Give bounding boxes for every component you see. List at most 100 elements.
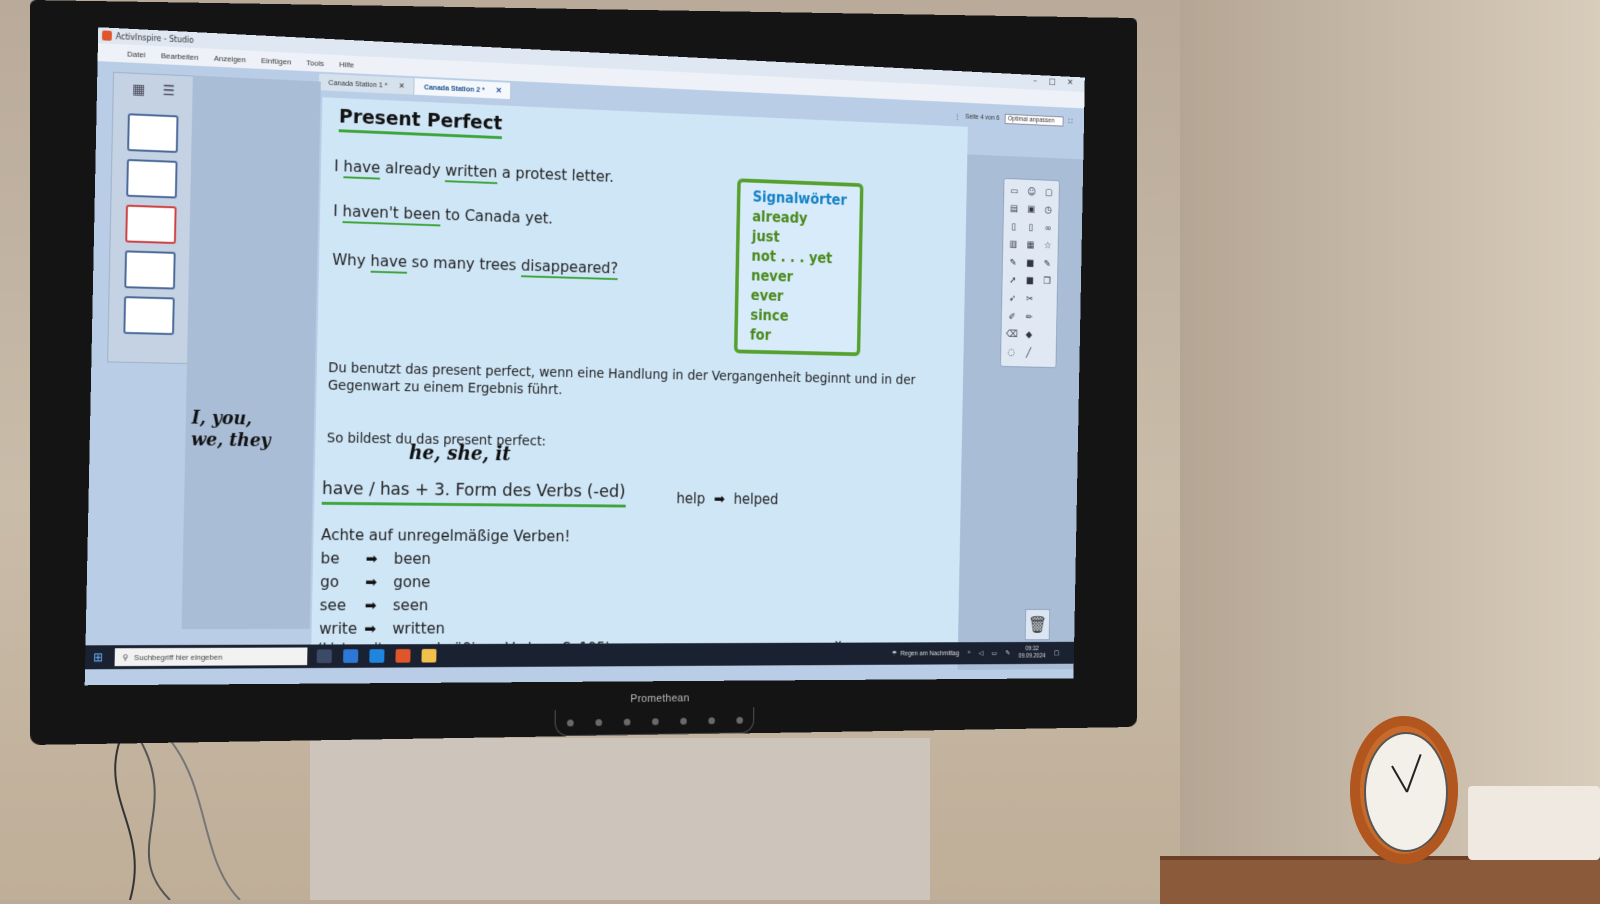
page-thumbnail[interactable] [127,113,179,154]
activinspire-icon[interactable] [395,649,411,663]
close-button[interactable]: ✕ [1067,78,1073,87]
chevron-up-icon[interactable]: ^ [968,650,971,656]
formula: have / has + 3. Form des Verbs (-ed) [321,478,626,508]
zoom-select[interactable]: Optimal anpassen [1004,113,1064,127]
tab-canada-station-2[interactable]: Canada Station 2 * ✕ [414,78,512,100]
pen-red-icon[interactable]: ✐ [1005,310,1019,323]
store-icon[interactable] [343,649,359,663]
screen: ActivInspire - Studio – □ ✕ ⌂ Datei Bear… [84,27,1085,686]
page-header-controls: ⋮ Seite 4 von 6 Optimal anpassen ⛶ [954,111,1073,127]
taskbar: ⊞ ⚲ Suchbegriff hier eingeben ☂ Regen am… [85,641,1075,670]
color-icon[interactable]: ■ [1023,257,1037,270]
page-thumbnail[interactable] [124,250,176,290]
shapes-icon[interactable]: ◌ [1004,346,1018,359]
copy-icon[interactable]: ❐ [1040,275,1054,288]
monitor-button[interactable] [735,716,743,724]
monitor-control-bar [554,707,755,737]
image-icon[interactable]: ▤ [1007,202,1021,215]
color-icon[interactable]: ■ [1023,275,1037,288]
tab-label: Canada Station 2 * [423,82,485,95]
monitor-button[interactable] [679,717,687,725]
user-icon[interactable]: ☺ [1025,185,1039,198]
pen-icon[interactable]: ✎ [1006,256,1020,269]
page-icon[interactable]: ▢ [1042,186,1056,199]
menu-anzeigen[interactable]: Anzeigen [214,53,246,63]
taskbar-apps [316,648,437,664]
highlighter-icon[interactable]: ✏ [1022,311,1036,324]
line-icon[interactable]: ╱ [1021,347,1035,360]
save-icon[interactable]: ▥ [1006,238,1020,251]
tools-palette: ▭ ☺ ▢ ▤ ▣ ◷ ▯ ▯ ∞ ▥ ▦ ☆ ✎ ■ ✎ ➚ ■ ❐ ➶ ✂ … [1000,177,1060,369]
menu-tools[interactable]: Tools [306,58,324,68]
select-icon[interactable]: ➚ [1006,274,1020,287]
flipchart-page[interactable]: Present Perfect I have already written a… [310,97,968,665]
monitor-button[interactable] [707,716,715,724]
irregular-verb-row: go ➡ gone [319,572,431,591]
page-thumbnail-selected[interactable] [125,204,177,245]
notification-icon[interactable]: ▢ [1054,649,1060,656]
monitor-brand: Promethean [630,692,690,706]
start-icon[interactable]: ⊞ [85,650,111,664]
monitor-button[interactable] [623,718,630,726]
weather-widget[interactable]: ☂ Regen am Nachmittag [891,650,960,658]
pen-icon[interactable]: ✎ [1040,257,1054,270]
signal-word: for [749,326,772,344]
arrow-right-icon: ➡ [365,549,378,568]
clock-icon[interactable]: ◷ [1041,204,1055,217]
home-button[interactable] [651,717,659,725]
clock-date: 09.09.2024 [1018,652,1046,660]
arrow-right-icon: ➡ [365,572,378,591]
taskbar-search[interactable]: ⚲ Suchbegriff hier eingeben [114,647,308,667]
monitor-button[interactable] [594,718,602,726]
maximize-button[interactable]: □ [1048,77,1055,86]
system-clock[interactable]: 09:32 09.09.2024 [1018,646,1045,661]
tab-canada-station-1[interactable]: Canada Station 1 * ✕ [318,73,415,95]
link-icon[interactable]: ∞ [1041,222,1055,235]
example-sentence: Why have so many trees disappeared? [332,250,619,281]
eraser-icon[interactable]: ⌫ [1005,328,1019,341]
menu-bearbeiten[interactable]: Bearbeiten [161,51,199,62]
mail-icon[interactable] [369,649,385,663]
tab-close-icon[interactable]: ✕ [496,86,502,95]
list-view-icon[interactable]: ☰ [163,83,176,99]
wall-clock [1350,716,1458,864]
scissors-icon[interactable]: ✂ [1023,293,1037,306]
tab-close-icon[interactable]: ✕ [399,81,405,90]
blank-icon [1040,293,1054,306]
cables [114,740,241,900]
more-icon[interactable]: ⋮ [954,113,960,121]
select-arrow-icon[interactable]: ➶ [1005,292,1019,305]
fullscreen-icon[interactable]: ⛶ [1068,118,1072,125]
fill-icon[interactable]: ◆ [1022,329,1036,342]
explorer-icon[interactable] [421,648,437,663]
window-icon[interactable]: ▭ [1007,185,1021,198]
network-icon[interactable]: ▭ [991,649,997,656]
minimize-button[interactable]: – [1033,77,1037,86]
page-thumbnail[interactable] [126,158,178,199]
monitor-icon[interactable]: ▣ [1024,203,1038,216]
clock-minute-hand [1406,754,1422,793]
star-icon[interactable]: ☆ [1041,240,1055,253]
page-info: Seite 4 von 6 [965,113,1000,122]
trash-icon[interactable]: 🗑 [1024,609,1051,641]
menu-einfuegen[interactable]: Einfügen [261,56,291,66]
cloud-rain-icon: ☂ [891,650,898,658]
page-thumbnail[interactable] [123,296,175,336]
menu-datei[interactable]: Datei [127,49,145,59]
page-browser-tools: ▦ ☰ [113,73,193,108]
search-placeholder: Suchbegriff hier eingeben [134,652,223,662]
menu-hilfe[interactable]: Hilfe [339,59,354,69]
file-icon[interactable]: ▯ [1024,221,1038,234]
shelf [1160,856,1600,904]
save-as-icon[interactable]: ▦ [1024,239,1038,252]
white-box [1468,786,1600,860]
irregular-verb-row: see ➡ seen [319,595,429,615]
weather-text: Regen am Nachmittag [900,650,960,657]
grid-view-icon[interactable]: ▦ [132,82,145,98]
search-icon: ⚲ [122,652,129,662]
volume-icon[interactable]: ◁ [979,650,984,656]
task-view-icon[interactable] [316,649,332,664]
file-icon[interactable]: ▯ [1007,220,1021,233]
pen-icon[interactable]: ✎ [1005,649,1010,656]
power-button[interactable] [566,719,574,726]
